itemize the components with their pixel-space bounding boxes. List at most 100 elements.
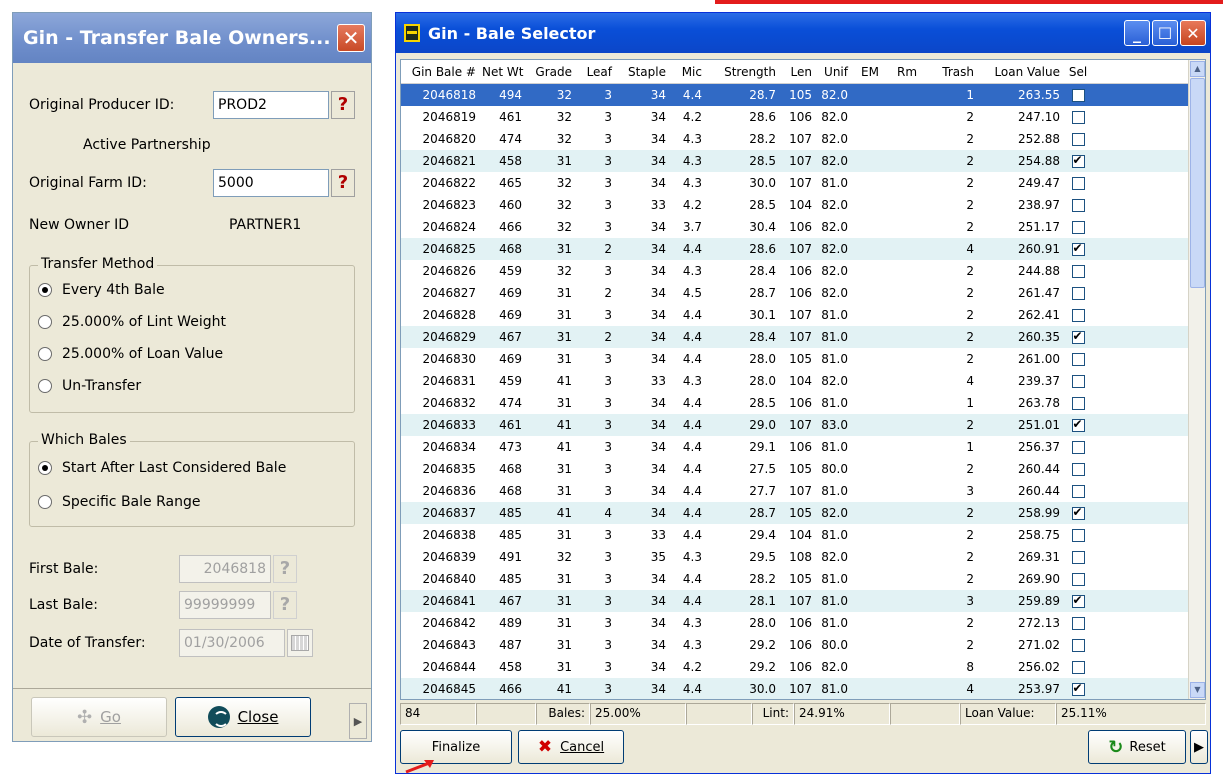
cancel-button[interactable]: ✖ Cancel	[518, 730, 624, 764]
table-row[interactable]: 2046840 485 31 3 34 4.4 28.2 105 81.0 2 269.90	[401, 568, 1205, 590]
vertical-scrollbar[interactable]: ▲ ▼	[1188, 60, 1205, 699]
original-farm-input[interactable]	[213, 169, 329, 197]
checkbox[interactable]	[1071, 572, 1085, 586]
table-row[interactable]: 2046830 469 31 3 34 4.4 28.0 105 81.0 2 261.00	[401, 348, 1205, 370]
checkbox[interactable]	[1071, 638, 1085, 652]
column-header-grade[interactable]: Grade	[525, 65, 575, 79]
checkbox[interactable]	[1071, 308, 1085, 322]
table-row[interactable]: 2046837 485 41 4 34 4.4 28.7 105 82.0 2 258.99	[401, 502, 1205, 524]
checkbox[interactable]	[1071, 616, 1085, 630]
column-header-net-wt[interactable]: Net Wt	[479, 65, 525, 79]
checkbox[interactable]	[1071, 110, 1085, 124]
radio-icon[interactable]	[38, 347, 52, 361]
table-row[interactable]: 2046820 474 32 3 34 4.3 28.2 107 82.0 2 252.88	[401, 128, 1205, 150]
checkbox[interactable]	[1071, 198, 1085, 212]
radio-checked-icon[interactable]	[38, 283, 52, 297]
checkbox[interactable]	[1071, 286, 1085, 300]
checkbox[interactable]	[1071, 550, 1085, 564]
table-row[interactable]: 2046845 466 41 3 34 4.4 30.0 107 81.0 4 253.97	[401, 678, 1205, 699]
table-row[interactable]: 2046843 487 31 3 34 4.3 29.2 106 80.0 2 271.02	[401, 634, 1205, 656]
checkbox[interactable]	[1071, 220, 1085, 234]
checkbox[interactable]	[1071, 176, 1085, 190]
calendar-button[interactable]	[287, 629, 313, 657]
producer-lookup-icon[interactable]: ?	[331, 91, 355, 119]
column-header-strength[interactable]: Strength	[705, 65, 779, 79]
checkbox-checked[interactable]	[1071, 506, 1085, 520]
checkbox-checked[interactable]	[1071, 682, 1085, 696]
column-header-mic[interactable]: Mic	[669, 65, 705, 79]
original-producer-input[interactable]	[213, 91, 329, 119]
first-bale-lookup-icon[interactable]: ?	[273, 555, 297, 583]
table-row[interactable]: 2046827 469 31 2 34 4.5 28.7 106 82.0 2 261.47	[401, 282, 1205, 304]
table-row[interactable]: 2046833 461 41 3 34 4.4 29.0 107 83.0 2 251.01	[401, 414, 1205, 436]
table-row[interactable]: 2046828 469 31 3 34 4.4 30.1 107 81.0 2 262.41	[401, 304, 1205, 326]
column-header-leaf[interactable]: Leaf	[575, 65, 615, 79]
checkbox[interactable]	[1071, 264, 1085, 278]
date-of-transfer-input[interactable]	[179, 629, 285, 657]
table-row[interactable]: 2046834 473 41 3 34 4.4 29.1 106 81.0 1 256.37	[401, 436, 1205, 458]
checkbox-checked[interactable]	[1071, 418, 1085, 432]
table-row[interactable]: 2046831 459 41 3 33 4.3 28.0 104 82.0 4 239.37	[401, 370, 1205, 392]
checkbox[interactable]	[1071, 660, 1085, 674]
table-row[interactable]: 2046819 461 32 3 34 4.2 28.6 106 82.0 2 247.10	[401, 106, 1205, 128]
checkbox-checked[interactable]	[1071, 330, 1085, 344]
column-header-len[interactable]: Len	[779, 65, 815, 79]
table-row[interactable]: 2046821 458 31 3 34 4.3 28.5 107 82.0 2 254.88	[401, 150, 1205, 172]
checkbox-checked[interactable]	[1071, 154, 1085, 168]
radio-checked-icon[interactable]	[38, 461, 52, 475]
column-header-gin-bale[interactable]: Gin Bale #	[401, 65, 479, 79]
column-header-em[interactable]: EM	[851, 65, 889, 79]
column-header-sel[interactable]: Sel	[1063, 65, 1093, 79]
expand-arrow-icon[interactable]: ▶	[349, 703, 367, 739]
transfer-method-option-lint-weight[interactable]: 25.000% of Lint Weight	[38, 314, 226, 330]
checkbox[interactable]	[1071, 352, 1085, 366]
table-row[interactable]: 2046838 485 31 3 33 4.4 29.4 104 81.0 2 258.75	[401, 524, 1205, 546]
transfer-method-option-loan-value[interactable]: 25.000% of Loan Value	[38, 346, 223, 362]
column-header-trash[interactable]: Trash	[925, 65, 977, 79]
radio-icon[interactable]	[38, 379, 52, 393]
table-row[interactable]: 2046835 468 31 3 34 4.4 27.5 105 80.0 2 260.44	[401, 458, 1205, 480]
table-row[interactable]: 2046818 494 32 3 34 4.4 28.7 105 82.0 1 263.55	[401, 84, 1205, 106]
checkbox[interactable]	[1071, 528, 1085, 542]
table-row[interactable]: 2046822 465 32 3 34 4.3 30.0 107 81.0 2 249.47	[401, 172, 1205, 194]
table-row[interactable]: 2046823 460 32 3 33 4.2 28.5 104 82.0 2 238.97	[401, 194, 1205, 216]
checkbox[interactable]	[1071, 88, 1085, 102]
column-header-rm[interactable]: Rm	[889, 65, 925, 79]
first-bale-input[interactable]	[179, 555, 271, 583]
scroll-thumb[interactable]	[1190, 78, 1205, 288]
checkbox-checked[interactable]	[1071, 594, 1085, 608]
checkbox[interactable]	[1071, 396, 1085, 410]
scroll-up-icon[interactable]: ▲	[1190, 61, 1205, 77]
close-button[interactable]: Close	[175, 697, 311, 737]
checkbox[interactable]	[1071, 462, 1085, 476]
table-row[interactable]: 2046842 489 31 3 34 4.3 28.0 106 81.0 2 272.13	[401, 612, 1205, 634]
last-bale-input[interactable]	[179, 591, 271, 619]
table-row[interactable]: 2046832 474 31 3 34 4.4 28.5 106 81.0 1 263.78	[401, 392, 1205, 414]
checkbox[interactable]	[1071, 440, 1085, 454]
reset-button[interactable]: ↻ Reset	[1088, 730, 1186, 764]
checkbox[interactable]	[1071, 374, 1085, 388]
table-row[interactable]: 2046826 459 32 3 34 4.3 28.4 106 82.0 2 244.88	[401, 260, 1205, 282]
table-row[interactable]: 2046825 468 31 2 34 4.4 28.6 107 82.0 4 260.91	[401, 238, 1205, 260]
window-close-icon[interactable]: ✕	[1180, 20, 1206, 46]
table-row[interactable]: 2046841 467 31 3 34 4.4 28.1 107 81.0 3 259.89	[401, 590, 1205, 612]
table-row[interactable]: 2046824 466 32 3 34 3.7 30.4 106 82.0 2 251.17	[401, 216, 1205, 238]
minimize-icon[interactable]: _	[1124, 20, 1150, 46]
transfer-method-option-every-4th[interactable]: Every 4th Bale	[38, 282, 165, 298]
column-header-unif[interactable]: Unif	[815, 65, 851, 79]
farm-lookup-icon[interactable]: ?	[331, 169, 355, 197]
table-row[interactable]: 2046836 468 31 3 34 4.4 27.7 107 81.0 3 260.44	[401, 480, 1205, 502]
checkbox[interactable]	[1071, 484, 1085, 498]
radio-icon[interactable]	[38, 315, 52, 329]
transfer-method-option-un-transfer[interactable]: Un-Transfer	[38, 378, 141, 394]
radio-icon[interactable]	[38, 495, 52, 509]
table-row[interactable]: 2046839 491 32 3 35 4.3 29.5 108 82.0 2 269.31	[401, 546, 1205, 568]
checkbox[interactable]	[1071, 132, 1085, 146]
scroll-down-icon[interactable]: ▼	[1190, 682, 1205, 698]
column-header-loan-value[interactable]: Loan Value	[977, 65, 1063, 79]
last-bale-lookup-icon[interactable]: ?	[273, 591, 297, 619]
transfer-window-close-icon[interactable]: ✕	[337, 24, 365, 52]
which-bales-option-start-after[interactable]: Start After Last Considered Bale	[38, 460, 286, 476]
more-arrow-icon[interactable]: ▶	[1190, 730, 1208, 764]
go-button[interactable]: ✣ Go	[31, 697, 167, 737]
